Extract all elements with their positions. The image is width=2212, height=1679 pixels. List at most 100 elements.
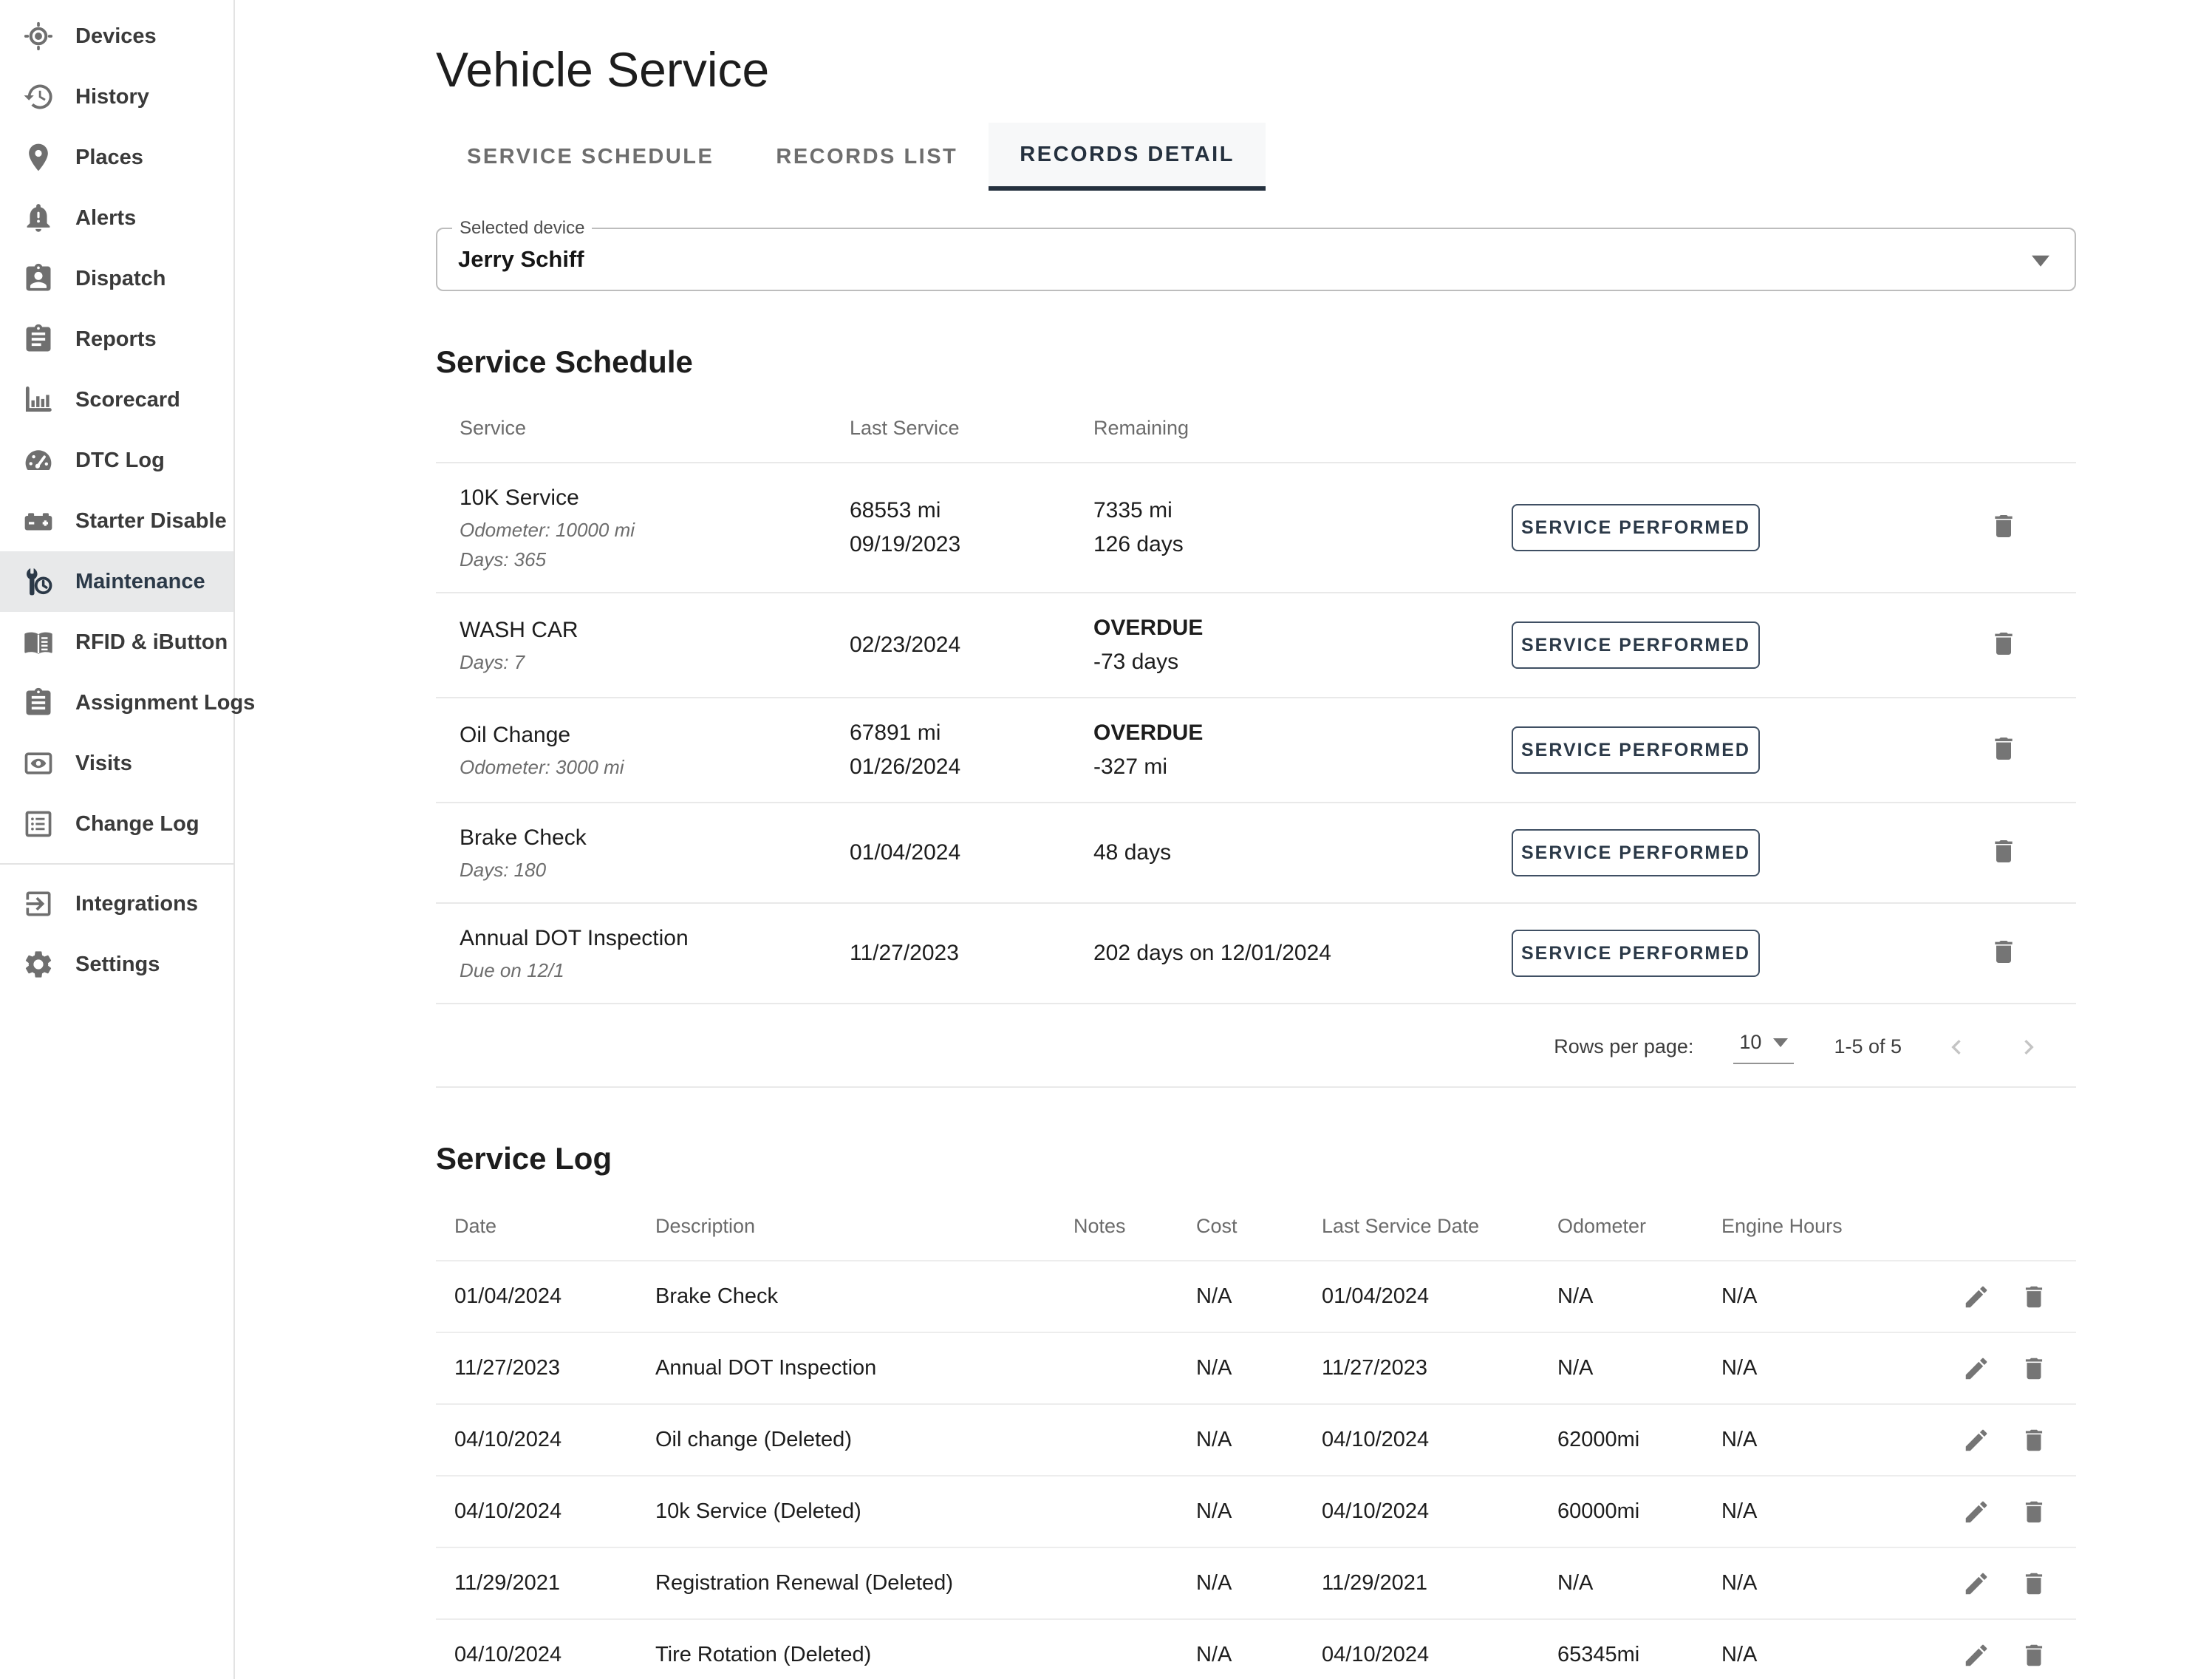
log-description: Tire Rotation (Deleted) — [655, 1643, 1073, 1667]
delete-icon[interactable] — [2020, 1355, 2048, 1383]
delete-icon[interactable] — [2020, 1570, 2048, 1598]
service-name: Brake Check — [460, 821, 850, 855]
devices-target-icon — [22, 20, 55, 52]
edit-icon[interactable] — [1962, 1283, 1990, 1311]
column-last-service-date: Last Service Date — [1322, 1215, 1557, 1238]
tab-records-list[interactable]: RECORDS LIST — [745, 123, 989, 191]
service-log-row: 04/10/2024 Oil change (Deleted) N/A 04/1… — [436, 1405, 2076, 1477]
log-odometer: N/A — [1557, 1571, 1721, 1595]
delete-icon[interactable] — [2020, 1641, 2048, 1669]
log-last-service-date: 11/27/2023 — [1322, 1356, 1557, 1380]
overdue-badge: OVERDUE — [1093, 716, 1512, 750]
rows-per-page-select[interactable]: 10 — [1733, 1029, 1794, 1064]
service-performed-button[interactable]: SERVICE PERFORMED — [1512, 829, 1760, 876]
service-performed-button[interactable]: SERVICE PERFORMED — [1512, 726, 1760, 774]
sidebar-item-devices[interactable]: Devices — [0, 6, 233, 67]
service-performed-button[interactable]: SERVICE PERFORMED — [1512, 504, 1760, 551]
edit-icon[interactable] — [1962, 1426, 1990, 1454]
service-schedule-body: 10K Service Odometer: 10000 miDays: 365 … — [436, 463, 2076, 1004]
delete-icon[interactable] — [2020, 1426, 2048, 1454]
delete-icon[interactable] — [1989, 629, 2018, 658]
next-page-button[interactable] — [2014, 1032, 2044, 1062]
edit-icon[interactable] — [1962, 1355, 1990, 1383]
service-schedule-row: WASH CAR Days: 7 02/23/2024 OVERDUE-73 d… — [436, 593, 2076, 698]
service-name: WASH CAR — [460, 613, 850, 647]
delete-icon[interactable] — [2020, 1498, 2048, 1526]
tab-service-schedule[interactable]: SERVICE SCHEDULE — [436, 123, 745, 191]
log-cost: N/A — [1196, 1428, 1322, 1452]
column-notes: Notes — [1073, 1215, 1196, 1238]
remaining-cell: 48 days — [1093, 836, 1512, 870]
sidebar-item-visits[interactable]: Visits — [0, 733, 233, 794]
delete-icon[interactable] — [1989, 837, 2018, 866]
sidebar-item-history[interactable]: History — [0, 67, 233, 127]
sidebar-item-settings[interactable]: Settings — [0, 934, 233, 995]
previous-page-button[interactable] — [1942, 1032, 1971, 1062]
log-description: Registration Renewal (Deleted) — [655, 1571, 1073, 1595]
sidebar-item-places[interactable]: Places — [0, 127, 233, 188]
sidebar-item-label: Devices — [75, 24, 157, 49]
delete-icon[interactable] — [1989, 734, 2018, 763]
log-date: 04/10/2024 — [454, 1428, 655, 1452]
edit-icon[interactable] — [1962, 1641, 1990, 1669]
service-log-row: 11/29/2021 Registration Renewal (Deleted… — [436, 1548, 2076, 1620]
sidebar-item-rfid-ibutton[interactable]: RFID & iButton — [0, 612, 233, 672]
log-engine-hours: N/A — [1721, 1428, 1943, 1452]
column-service: Service — [436, 417, 850, 440]
delete-icon[interactable] — [2020, 1283, 2048, 1311]
dropdown-arrow-icon — [2032, 256, 2049, 267]
last-service-cell: 11/27/2023 — [850, 936, 1093, 970]
sidebar-item-dispatch[interactable]: Dispatch — [0, 248, 233, 309]
chevron-right-icon — [2014, 1032, 2044, 1062]
settings-gear-icon — [22, 948, 55, 981]
sidebar-item-label: Change Log — [75, 812, 199, 837]
log-cost: N/A — [1196, 1643, 1322, 1667]
log-engine-hours: N/A — [1721, 1284, 1943, 1309]
tab-records-detail[interactable]: RECORDS DETAIL — [989, 123, 1266, 191]
last-service-cell: 02/23/2024 — [850, 628, 1093, 662]
selected-device-select[interactable]: Selected device Jerry Schiff — [436, 228, 2076, 291]
remaining-cell: 202 days on 12/01/2024 — [1093, 936, 1512, 970]
sidebar-item-assignment-logs[interactable]: Assignment Logs — [0, 672, 233, 733]
sidebar-item-scorecard[interactable]: Scorecard — [0, 369, 233, 430]
sidebar-item-label: Settings — [75, 953, 160, 977]
service-name: 10K Service — [460, 481, 850, 515]
sidebar-item-starter-disable[interactable]: Starter Disable — [0, 491, 233, 551]
log-odometer: 62000mi — [1557, 1428, 1721, 1452]
sidebar-item-dtc-log[interactable]: DTC Log — [0, 430, 233, 491]
delete-icon[interactable] — [1989, 937, 2018, 967]
sidebar-item-change-log[interactable]: Change Log — [0, 794, 233, 854]
sidebar-item-label: Alerts — [75, 206, 136, 231]
edit-icon[interactable] — [1962, 1498, 1990, 1526]
service-performed-button[interactable]: SERVICE PERFORMED — [1512, 621, 1760, 669]
column-engine-hours: Engine Hours — [1721, 1215, 1943, 1238]
service-name: Oil Change — [460, 718, 850, 752]
log-odometer: 65345mi — [1557, 1643, 1721, 1667]
edit-icon[interactable] — [1962, 1570, 1990, 1598]
log-odometer: N/A — [1557, 1356, 1721, 1380]
sidebar-item-reports[interactable]: Reports — [0, 309, 233, 369]
service-performed-button[interactable]: SERVICE PERFORMED — [1512, 930, 1760, 977]
sidebar-item-label: Places — [75, 146, 143, 170]
sidebar-item-integrations[interactable]: Integrations — [0, 873, 233, 934]
service-schedule-header: Service Last Service Remaining — [436, 390, 2076, 463]
sidebar-item-maintenance[interactable]: Maintenance — [0, 551, 233, 612]
sidebar-item-alerts[interactable]: Alerts — [0, 188, 233, 248]
service-log-row: 04/10/2024 10k Service (Deleted) N/A 04/… — [436, 1477, 2076, 1548]
history-icon — [22, 81, 55, 113]
remaining-cell: OVERDUE-73 days — [1093, 611, 1512, 679]
integrations-exit-icon — [22, 888, 55, 920]
log-odometer: 60000mi — [1557, 1499, 1721, 1524]
selected-device-value: Jerry Schiff — [458, 246, 584, 273]
place-pin-icon — [22, 141, 55, 174]
remaining-cell: OVERDUE-327 mi — [1093, 716, 1512, 784]
service-schedule-row: Brake Check Days: 180 01/04/2024 48 days… — [436, 803, 2076, 904]
service-schedule-title: Service Schedule — [436, 344, 2076, 380]
log-cost: N/A — [1196, 1284, 1322, 1309]
service-log-title: Service Log — [436, 1141, 2076, 1176]
log-date: 04/10/2024 — [454, 1499, 655, 1524]
last-service-cell: 68553 mi09/19/2023 — [850, 494, 1093, 562]
service-details: Days: 180 — [460, 855, 850, 885]
delete-icon[interactable] — [1989, 511, 2018, 541]
alert-bell-icon — [22, 202, 55, 234]
